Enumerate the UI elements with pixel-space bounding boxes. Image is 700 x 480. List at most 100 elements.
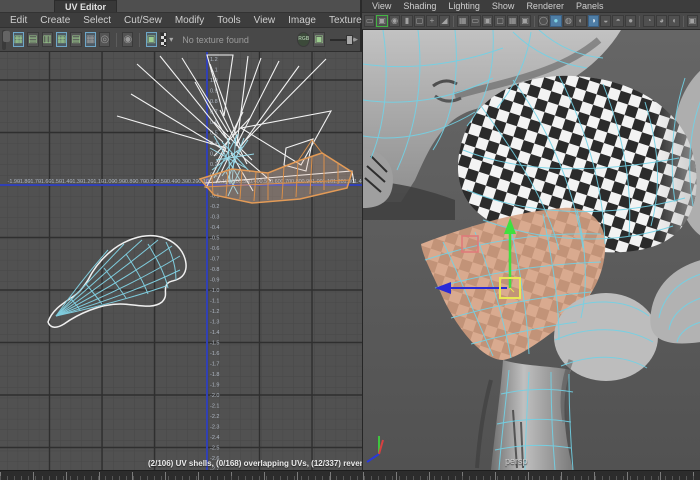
dim-grid-icon[interactable]: ▦ [85, 32, 96, 47]
texture-name-field[interactable]: No texture found [176, 35, 294, 45]
svg-text:-0.6: -0.6 [210, 246, 219, 252]
pan-zoom-icon[interactable]: + [426, 15, 437, 27]
dim-image-icon[interactable]: ▣ [313, 32, 324, 47]
svg-text:-1.6: -1.6 [210, 351, 219, 357]
svg-text:-1.1: -1.1 [210, 299, 219, 305]
smooth-shade-icon[interactable]: ● [550, 15, 561, 27]
svg-text:-1.4: -1.4 [210, 330, 219, 336]
select-camera-icon[interactable]: ▣ [376, 15, 387, 27]
viewport-canvas[interactable]: persp [362, 30, 700, 470]
viewport-menubar: View Shading Lighting Show Renderer Pane… [362, 0, 700, 13]
menu-vp-renderer[interactable]: Renderer [526, 1, 564, 11]
toolbar-separator [534, 16, 535, 27]
toolbar-separator [639, 16, 640, 27]
svg-text:-2.0: -2.0 [210, 393, 219, 399]
camera-lock-icon[interactable]: ▭ [364, 15, 375, 27]
svg-text:-2.4: -2.4 [210, 435, 219, 441]
plane-handle[interactable] [462, 236, 478, 252]
menu-vp-lighting[interactable]: Lighting [448, 1, 480, 11]
menu-vp-panels[interactable]: Panels [576, 1, 604, 11]
uv-tiles-icon[interactable]: ▥ [42, 32, 53, 47]
bookmark-icon[interactable]: ▮ [401, 15, 412, 27]
menu-vp-view[interactable]: View [372, 1, 391, 11]
image-dim-slider[interactable] [330, 33, 346, 47]
pixel-snap-icon[interactable]: ▤ [70, 32, 81, 47]
dim-sphere-icon[interactable]: ● [625, 15, 636, 27]
svg-text:-1.0: -1.0 [210, 288, 219, 294]
grid-display-icon[interactable]: ▦ [56, 32, 67, 47]
uv-editor-toolbar: ▦▤▥▦▤▦◎◉▣▾No texture foundRGB▣▸▸ [0, 28, 360, 52]
xray-icon[interactable]: ◔ [643, 15, 654, 27]
uv-editor-panel: UV Editor Edit Create Select Cut/Sew Mod… [0, 0, 362, 470]
shade-uvs-icon[interactable]: ◎ [99, 32, 110, 47]
camera-label: persp [505, 456, 528, 466]
menu-cutsew[interactable]: Cut/Sew [124, 15, 162, 26]
uv-status-text: (2/106) UV shells, (0/168) overlapping U… [148, 459, 362, 468]
light-icon[interactable]: ◓ [612, 15, 623, 27]
menu-vp-shading[interactable]: Shading [403, 1, 436, 11]
svg-text:-1.8: -1.8 [210, 372, 219, 378]
menu-edit[interactable]: Edit [10, 15, 27, 26]
uv-distortion-icon[interactable]: ▤ [27, 32, 38, 47]
menu-select[interactable]: Select [83, 15, 111, 26]
svg-text:-1.5: -1.5 [210, 341, 219, 347]
toolbar-separator [453, 16, 454, 27]
svg-text:-2.3: -2.3 [210, 425, 219, 431]
calf [491, 360, 573, 470]
menu-vp-show[interactable]: Show [492, 1, 515, 11]
safe-action-icon[interactable]: ▣ [519, 15, 530, 27]
time-slider[interactable] [0, 470, 700, 480]
ao-icon[interactable]: ◒ [600, 15, 611, 27]
svg-text:-0.7: -0.7 [210, 257, 219, 263]
svg-text:-0.2: -0.2 [210, 204, 219, 210]
uv-editor-titlebar: UV Editor [0, 0, 360, 13]
svg-text:-2.2: -2.2 [210, 414, 219, 420]
uv-editor-tab[interactable]: UV Editor [54, 0, 117, 12]
grid-icon[interactable]: ▦ [457, 15, 468, 27]
uv-snapshot-icon[interactable]: ◉ [122, 32, 133, 47]
svg-text:-0.3: -0.3 [210, 215, 219, 221]
camera-settings-icon[interactable]: ◉ [389, 15, 400, 27]
svg-text:-1.7: -1.7 [210, 362, 219, 368]
toolbar-scrollbar[interactable] [2, 30, 6, 50]
menu-view[interactable]: View [254, 15, 276, 26]
exposure-icon[interactable]: ◖ [668, 15, 679, 27]
texture-dropdown-caret[interactable]: ▾ [169, 35, 173, 44]
svg-text:-0.5: -0.5 [210, 236, 219, 242]
svg-text:-0.8: -0.8 [210, 267, 219, 273]
uv-editor-menubar: Edit Create Select Cut/Sew Modify Tools … [0, 13, 360, 28]
isolate-select-icon[interactable]: ▣ [687, 15, 698, 27]
gate-mask-icon[interactable]: ▢ [494, 15, 505, 27]
menu-modify[interactable]: Modify [175, 15, 204, 26]
shadows-icon[interactable]: ◑ [588, 15, 599, 27]
menu-create[interactable]: Create [40, 15, 70, 26]
viewport-toolbar: ▭▣◉▮▢+◢▦▭▣▢▦▣◯●◍◐◑◒◓●◔◕◖▣ [362, 13, 700, 30]
display-image-icon[interactable]: ▣ [146, 32, 157, 47]
svg-text:-0.4: -0.4 [210, 225, 219, 231]
uv-canvas[interactable]: -1.90-1.80-1.70-1.60-1.50-1.40-1.30-1.20… [0, 52, 362, 470]
uv-shell-border-icon[interactable]: ▦ [13, 32, 24, 47]
svg-text:-2.5: -2.5 [210, 446, 219, 452]
svg-text:1.40: 1.40 [354, 179, 362, 185]
resolution-gate-icon[interactable]: ▣ [482, 15, 493, 27]
menu-tools[interactable]: Tools [217, 15, 240, 26]
svg-text:-1.9: -1.9 [210, 383, 219, 389]
svg-text:-1.3: -1.3 [210, 320, 219, 326]
perspective-panel: View Shading Lighting Show Renderer Pane… [362, 0, 700, 470]
image-plane-icon[interactable]: ▢ [414, 15, 425, 27]
svg-text:-0.9: -0.9 [210, 278, 219, 284]
maya-window: UV Editor Edit Create Select Cut/Sew Mod… [0, 0, 700, 480]
svg-text:1.2: 1.2 [210, 57, 218, 63]
xray-joints-icon[interactable]: ◕ [656, 15, 667, 27]
svg-text:-1.2: -1.2 [210, 309, 219, 315]
svg-text:0.3: 0.3 [210, 152, 218, 158]
textured-icon[interactable]: ◍ [563, 15, 574, 27]
field-chart-icon[interactable]: ▦ [507, 15, 518, 27]
wireframe-icon[interactable]: ◯ [538, 15, 549, 27]
film-gate-icon[interactable]: ▭ [470, 15, 481, 27]
rgb-channels-icon[interactable]: RGB [297, 32, 310, 47]
use-all-lights-icon[interactable]: ◐ [575, 15, 586, 27]
menu-image[interactable]: Image [288, 15, 316, 26]
texture-checker-swatch[interactable] [160, 32, 167, 47]
grease-pencil-icon[interactable]: ◢ [439, 15, 450, 27]
